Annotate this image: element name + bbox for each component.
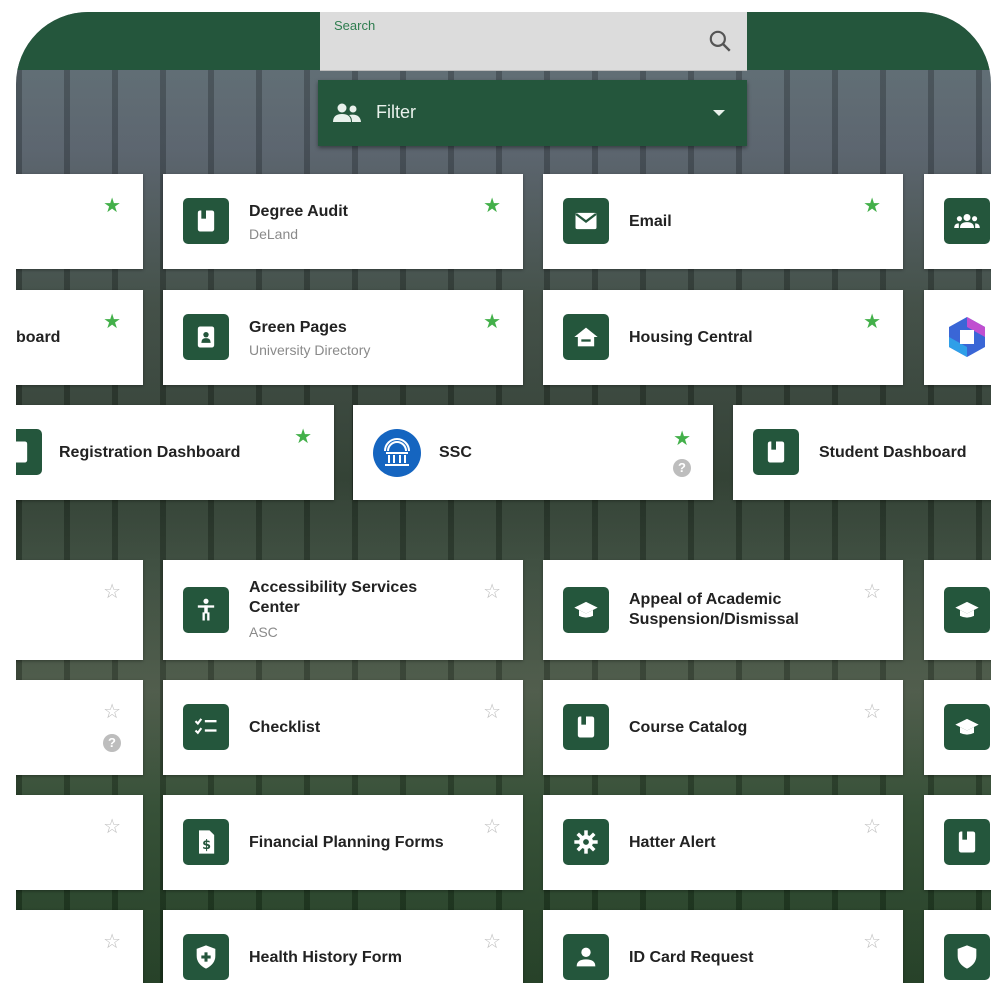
- graduation-cap-icon: [944, 704, 990, 750]
- favorite-star-icon[interactable]: ☆: [863, 932, 881, 952]
- app-card-email[interactable]: Email ★: [543, 174, 903, 269]
- app-card-accessibility-services[interactable]: Accessibility Services Center ASC ☆: [163, 560, 523, 660]
- microsoft-365-icon: [949, 317, 985, 357]
- institution-icon: [373, 429, 421, 477]
- book-icon: [944, 819, 990, 865]
- filter-dropdown[interactable]: Filter: [318, 80, 747, 146]
- app-subtitle: DeLand: [249, 226, 299, 242]
- app-title: Health History Form: [249, 949, 402, 966]
- help-icon[interactable]: ?: [103, 734, 121, 752]
- shield-plus-icon: [183, 934, 229, 980]
- app-card[interactable]: [924, 560, 991, 660]
- favorite-star-icon[interactable]: ★: [103, 312, 121, 332]
- house-icon: [563, 314, 609, 360]
- favorite-star-icon[interactable]: ★: [863, 312, 881, 332]
- app-card-housing-central[interactable]: Housing Central ★: [543, 290, 903, 385]
- favorite-star-icon[interactable]: ★: [483, 312, 501, 332]
- app-card-green-pages[interactable]: Green Pages University Directory ★: [163, 290, 523, 385]
- search-icon[interactable]: [707, 28, 733, 54]
- graduation-cap-icon: [563, 587, 609, 633]
- app-card[interactable]: ☆: [16, 560, 143, 660]
- app-title: Financial Planning Forms: [249, 834, 444, 851]
- favorite-star-icon[interactable]: ☆: [483, 702, 501, 722]
- chevron-down-icon[interactable]: [713, 110, 725, 116]
- app-title: Email: [629, 213, 672, 230]
- app-card[interactable]: ★: [16, 174, 143, 269]
- group-icon: [944, 198, 990, 244]
- gear-icon: [563, 819, 609, 865]
- favorite-star-icon[interactable]: ☆: [103, 932, 121, 952]
- mail-icon: [563, 198, 609, 244]
- favorite-star-icon[interactable]: ☆: [103, 702, 121, 722]
- favorite-star-icon[interactable]: ☆: [483, 932, 501, 952]
- app-card[interactable]: board ★: [16, 290, 143, 385]
- app-card[interactable]: ☆: [16, 910, 143, 983]
- favorite-star-icon[interactable]: ☆: [483, 817, 501, 837]
- app-card[interactable]: [924, 174, 991, 269]
- app-card[interactable]: [924, 290, 991, 385]
- app-card[interactable]: ☆ ?: [16, 680, 143, 775]
- book-icon: [563, 704, 609, 750]
- app-title: Accessibility Services Center: [249, 579, 418, 616]
- app-title: Hatter Alert: [629, 834, 716, 851]
- app-title: board: [16, 329, 61, 346]
- app-title: SSC: [439, 444, 472, 461]
- book-icon: [16, 429, 42, 475]
- favorite-star-icon[interactable]: ☆: [483, 582, 501, 602]
- app-title: Degree Audit: [249, 203, 348, 220]
- app-title: Housing Central: [629, 329, 753, 346]
- app-card[interactable]: [924, 680, 991, 775]
- people-icon: [333, 103, 361, 122]
- app-title: ID Card Request: [629, 949, 754, 966]
- app-title: Checklist: [249, 719, 321, 736]
- app-card-financial-planning[interactable]: $ Financial Planning Forms ☆: [163, 795, 523, 890]
- app-card[interactable]: ☆: [16, 795, 143, 890]
- favorite-star-icon[interactable]: ☆: [103, 817, 121, 837]
- app-subtitle: University Directory: [249, 342, 371, 358]
- app-card-degree-audit[interactable]: Degree Audit DeLand ★: [163, 174, 523, 269]
- graduation-cap-icon: [944, 587, 990, 633]
- app-subtitle: ASC: [249, 624, 278, 640]
- shield-icon: [944, 934, 990, 980]
- help-icon[interactable]: ?: [673, 459, 691, 477]
- svg-text:$: $: [202, 838, 211, 853]
- favorite-star-icon[interactable]: ★: [673, 429, 691, 449]
- contact-icon: [183, 314, 229, 360]
- app-title: Registration Dashboard: [59, 444, 241, 461]
- favorite-star-icon[interactable]: ★: [863, 196, 881, 216]
- app-card-course-catalog[interactable]: Course Catalog ☆: [543, 680, 903, 775]
- app-card-ssc[interactable]: SSC ★ ?: [353, 405, 713, 500]
- app-card-id-card-request[interactable]: ID Card Request ☆: [543, 910, 903, 983]
- app-title: Course Catalog: [629, 719, 748, 736]
- favorite-star-icon[interactable]: ★: [294, 427, 312, 447]
- favorite-star-icon[interactable]: ★: [103, 196, 121, 216]
- checklist-icon: [183, 704, 229, 750]
- favorite-star-icon[interactable]: ☆: [863, 817, 881, 837]
- search-label: Search: [334, 18, 376, 33]
- app-card-checklist[interactable]: Checklist ☆: [163, 680, 523, 775]
- app-title: Student Dashboard: [819, 444, 967, 461]
- app-card-hatter-alert[interactable]: Hatter Alert ☆: [543, 795, 903, 890]
- app-title: Appeal of Academic Suspension/Dismissal: [629, 591, 799, 628]
- book-icon: [753, 429, 799, 475]
- app-card[interactable]: [924, 910, 991, 983]
- book-icon: [183, 198, 229, 244]
- app-card-health-history[interactable]: Health History Form ☆: [163, 910, 523, 983]
- filter-label: Filter: [376, 102, 416, 122]
- id-person-icon: [563, 934, 609, 980]
- favorite-star-icon[interactable]: ☆: [863, 702, 881, 722]
- favorite-star-icon[interactable]: ☆: [103, 582, 121, 602]
- app-card-student-dashboard[interactable]: Student Dashboard: [733, 405, 991, 500]
- app-card-registration-dashboard[interactable]: Registration Dashboard ★: [16, 405, 334, 500]
- dollar-document-icon: $: [183, 819, 229, 865]
- favorite-star-icon[interactable]: ★: [483, 196, 501, 216]
- favorite-star-icon[interactable]: ☆: [863, 582, 881, 602]
- search-input[interactable]: Search: [320, 12, 747, 71]
- app-frame: Search Filter ★ Degree Audit DeLand ★ Em…: [16, 12, 991, 983]
- app-title: Green Pages: [249, 319, 347, 336]
- accessibility-person-icon: [183, 587, 229, 633]
- app-card[interactable]: [924, 795, 991, 890]
- app-card-appeal-suspension[interactable]: Appeal of Academic Suspension/Dismissal …: [543, 560, 903, 660]
